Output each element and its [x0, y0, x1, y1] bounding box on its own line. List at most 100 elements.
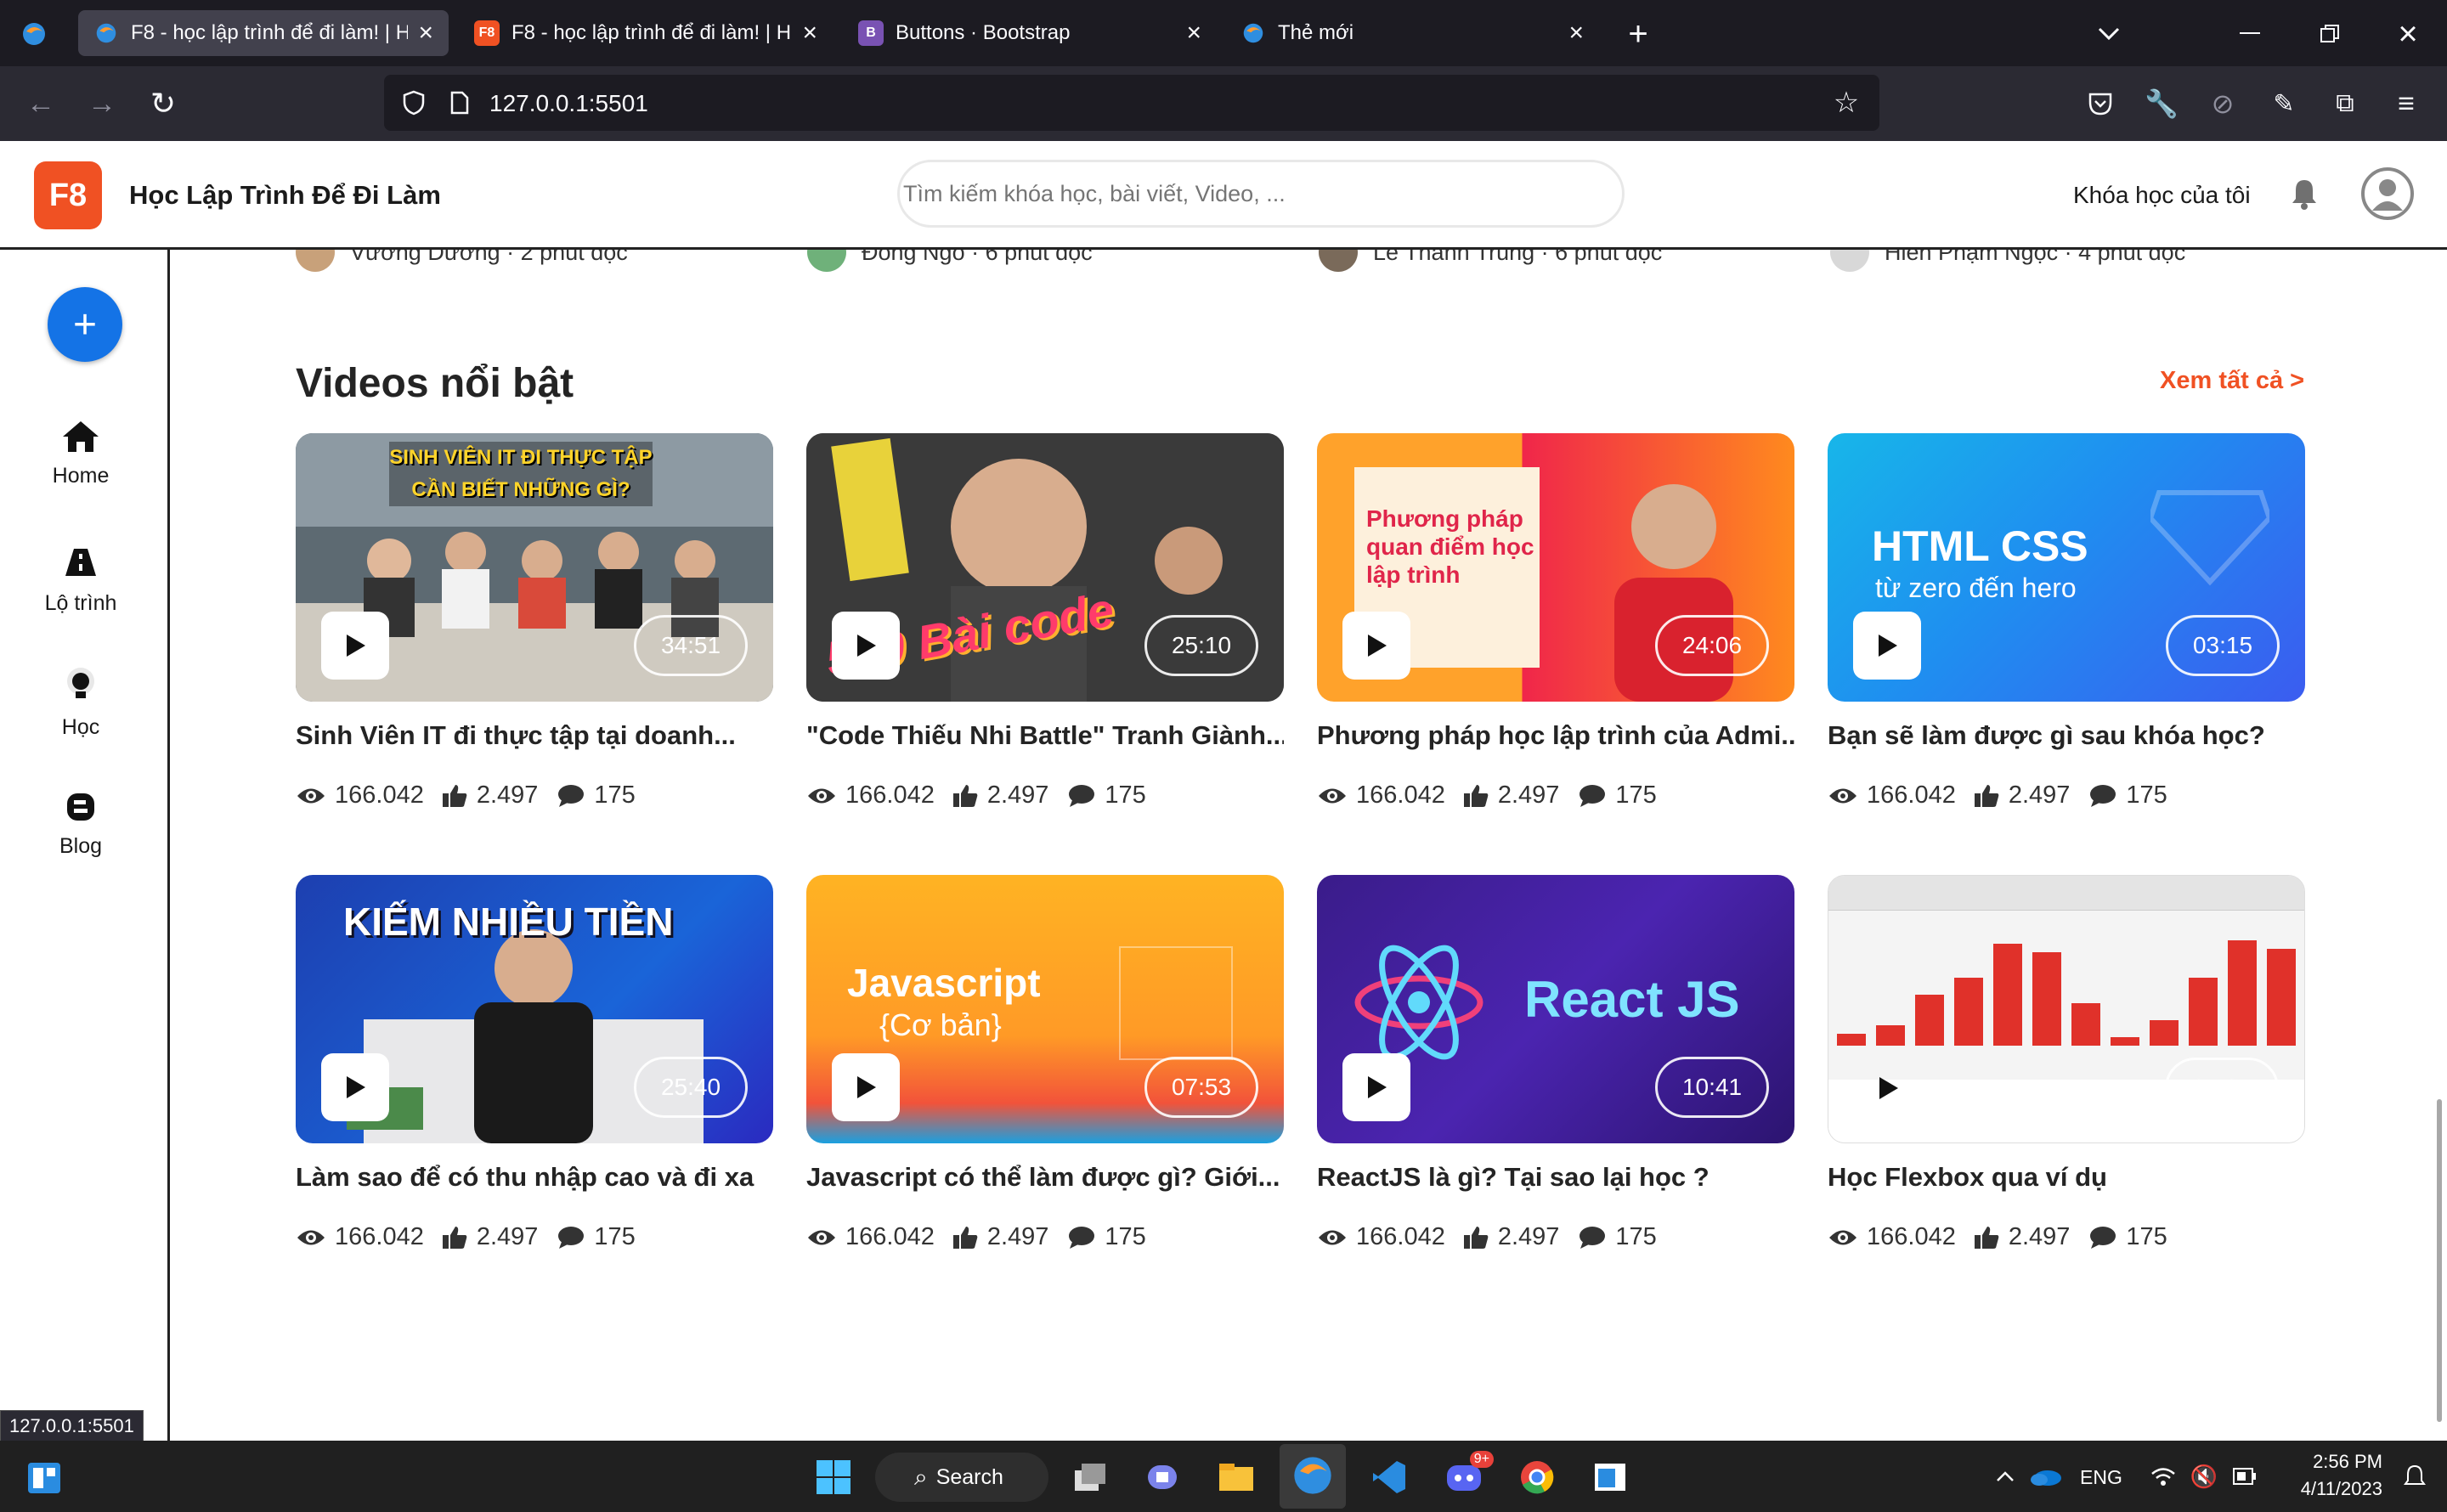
video-title[interactable]: Sinh Viên IT đi thực tập tại doanh...: [296, 720, 773, 751]
wifi-icon[interactable]: [2146, 1459, 2180, 1493]
firefox-taskbar-button[interactable]: [1280, 1444, 1346, 1509]
compass-icon[interactable]: ⊘: [2204, 85, 2241, 122]
like-icon: [952, 1225, 979, 1250]
clock-date[interactable]: 4/11/2023: [2280, 1478, 2382, 1500]
wrench-icon[interactable]: 🔧: [2143, 85, 2180, 122]
video-card[interactable]: SINH VIÊN IT ĐI THỰC TẬP CẦN BIẾT NHỮNG G…: [296, 433, 773, 810]
color-picker-icon[interactable]: ✎: [2265, 85, 2303, 122]
tab-3[interactable]: Thẻ mới ×: [1225, 10, 1599, 56]
tab-2[interactable]: B Buttons · Bootstrap ×: [843, 10, 1217, 56]
battery-icon[interactable]: [2228, 1459, 2262, 1493]
forward-icon[interactable]: →: [83, 85, 121, 122]
notifications-icon[interactable]: [2398, 1459, 2432, 1493]
chrome-icon[interactable]: [1516, 1456, 1558, 1498]
teams-icon[interactable]: [1142, 1456, 1184, 1498]
see-all-link[interactable]: Xem tất cả >: [2160, 367, 2304, 395]
tab-list-chevron-icon[interactable]: [2090, 15, 2128, 53]
f8-logo[interactable]: F8: [34, 161, 102, 229]
extensions-icon[interactable]: ⧉: [2326, 85, 2364, 122]
eye-icon: [1828, 785, 1858, 807]
new-tab-icon[interactable]: +: [1619, 15, 1657, 53]
start-icon[interactable]: [812, 1456, 855, 1498]
file-explorer-icon[interactable]: [1215, 1456, 1257, 1498]
video-title[interactable]: Javascript có thể làm được gì? Giới...: [806, 1162, 1284, 1193]
minimize-icon[interactable]: [2231, 15, 2269, 53]
video-card[interactable]: 500 Bài code 25:10 "Code Thiếu Nhi Battl…: [806, 433, 1284, 810]
pocket-icon[interactable]: [2082, 85, 2119, 122]
video-thumbnail[interactable]: KIẾM NHIỀU TIỀN 25:40: [296, 875, 773, 1143]
video-title[interactable]: Bạn sẽ làm được gì sau khóa học?: [1828, 720, 2305, 751]
play-button[interactable]: [321, 1053, 389, 1121]
video-thumbnail[interactable]: 35:04: [1828, 875, 2305, 1143]
sidebar-item-home[interactable]: Home: [0, 420, 161, 488]
search-input[interactable]: [897, 160, 1625, 228]
video-title[interactable]: "Code Thiếu Nhi Battle" Tranh Giành...: [806, 720, 1284, 751]
taskbar-search[interactable]: ⌕ Search: [875, 1453, 1048, 1502]
firefox-view-icon[interactable]: [17, 17, 51, 51]
video-card[interactable]: 35:04 Học Flexbox qua ví dụ 166.042 2.49…: [1828, 875, 2305, 1251]
restore-icon[interactable]: [2311, 15, 2348, 53]
reload-icon[interactable]: ↻: [144, 85, 182, 122]
play-button[interactable]: [1342, 1053, 1410, 1121]
sidebar-item-roadmap[interactable]: Lộ trình: [0, 547, 161, 616]
tab-0[interactable]: F8 - học lập trình để đi làm! | Học lậ ×: [78, 10, 449, 56]
video-title[interactable]: Học Flexbox qua ví dụ: [1828, 1162, 2305, 1193]
video-thumbnail[interactable]: SINH VIÊN IT ĐI THỰC TẬP CẦN BIẾT NHỮNG G…: [296, 433, 773, 702]
close-tab-icon[interactable]: ×: [418, 19, 433, 48]
chevron-up-icon[interactable]: [1988, 1459, 2022, 1493]
url-bar[interactable]: 127.0.0.1:5501 ☆: [384, 75, 1879, 131]
discord-icon[interactable]: 9+: [1443, 1451, 1494, 1498]
menu-icon[interactable]: ≡: [2388, 85, 2425, 122]
onedrive-icon[interactable]: [2027, 1459, 2065, 1493]
my-courses-link[interactable]: Khóa học của tôi: [2073, 182, 2251, 209]
video-thumbnail[interactable]: HTML CSS từ zero đến hero 03:15: [1828, 433, 2305, 702]
task-view-icon[interactable]: [1069, 1456, 1111, 1498]
tab-1[interactable]: F8 F8 - học lập trình để đi làm! | Họ ×: [459, 10, 833, 56]
sidebar-item-learn[interactable]: Học: [0, 666, 161, 740]
close-tab-icon[interactable]: ×: [802, 19, 817, 48]
bell-icon[interactable]: [2289, 177, 2326, 214]
page-scrollbar[interactable]: [2437, 1099, 2442, 1422]
video-thumbnail[interactable]: Phương pháp quan điểm học lập trình 24:0…: [1317, 433, 1794, 702]
bookmark-star-icon[interactable]: ☆: [1828, 85, 1864, 121]
thumbnail-caption: React JS: [1524, 971, 1740, 1028]
avatar[interactable]: [2360, 166, 2415, 221]
app-window-icon[interactable]: [1589, 1456, 1631, 1498]
blog-author[interactable]: Vương Dương · 2 phút đọc: [296, 250, 628, 272]
back-icon[interactable]: ←: [22, 85, 59, 122]
comments-count: 175: [1615, 781, 1657, 809]
add-button[interactable]: +: [48, 287, 122, 362]
views-count: 166.042: [335, 781, 424, 809]
video-thumbnail[interactable]: Javascript {Cơ bản} 07:53: [806, 875, 1284, 1143]
video-title[interactable]: ReactJS là gì? Tại sao lại học ?: [1317, 1162, 1794, 1193]
video-card[interactable]: HTML CSS từ zero đến hero 03:15 Bạn sẽ l…: [1828, 433, 2305, 810]
play-button[interactable]: [832, 612, 900, 680]
play-button[interactable]: [832, 1053, 900, 1121]
close-tab-icon[interactable]: ×: [1568, 19, 1584, 48]
shield-icon[interactable]: [396, 85, 432, 121]
video-thumbnail[interactable]: React JS 10:41: [1317, 875, 1794, 1143]
blog-author[interactable]: Đông Ngô · 6 phút đọc: [807, 250, 1093, 272]
video-thumbnail[interactable]: 500 Bài code 25:10: [806, 433, 1284, 702]
play-button[interactable]: [321, 612, 389, 680]
widgets-icon[interactable]: [24, 1458, 65, 1498]
volume-muted-icon[interactable]: 🔇: [2187, 1459, 2221, 1493]
play-button[interactable]: [1342, 612, 1410, 680]
sidebar-item-blog[interactable]: Blog: [0, 792, 161, 859]
play-button[interactable]: [1853, 612, 1921, 680]
video-card[interactable]: React JS 10:41 ReactJS là gì? Tại sao lạ…: [1317, 875, 1794, 1251]
video-card[interactable]: KIẾM NHIỀU TIỀN 25:40 Làm sao để có thu …: [296, 875, 773, 1251]
blog-author[interactable]: Lê Thành Trung · 6 phút đọc: [1319, 250, 1662, 272]
video-card[interactable]: Phương pháp quan điểm học lập trình 24:0…: [1317, 433, 1794, 810]
clock-time[interactable]: 2:56 PM: [2297, 1451, 2382, 1473]
close-tab-icon[interactable]: ×: [1186, 19, 1201, 48]
video-title[interactable]: Làm sao để có thu nhập cao và đi xa: [296, 1162, 773, 1193]
video-title[interactable]: Phương pháp học lập trình của Admi...: [1317, 720, 1794, 751]
video-card[interactable]: Javascript {Cơ bản} 07:53 Javascript có …: [806, 875, 1284, 1251]
vscode-icon[interactable]: [1368, 1456, 1410, 1498]
language-indicator[interactable]: ENG: [2080, 1466, 2122, 1489]
likes-count: 2.497: [1497, 1223, 1560, 1250]
blog-author[interactable]: Hiền Phạm Ngọc · 4 phút đọc: [1830, 250, 2185, 272]
play-button[interactable]: [1854, 1054, 1922, 1122]
close-window-icon[interactable]: ×: [2389, 15, 2427, 53]
